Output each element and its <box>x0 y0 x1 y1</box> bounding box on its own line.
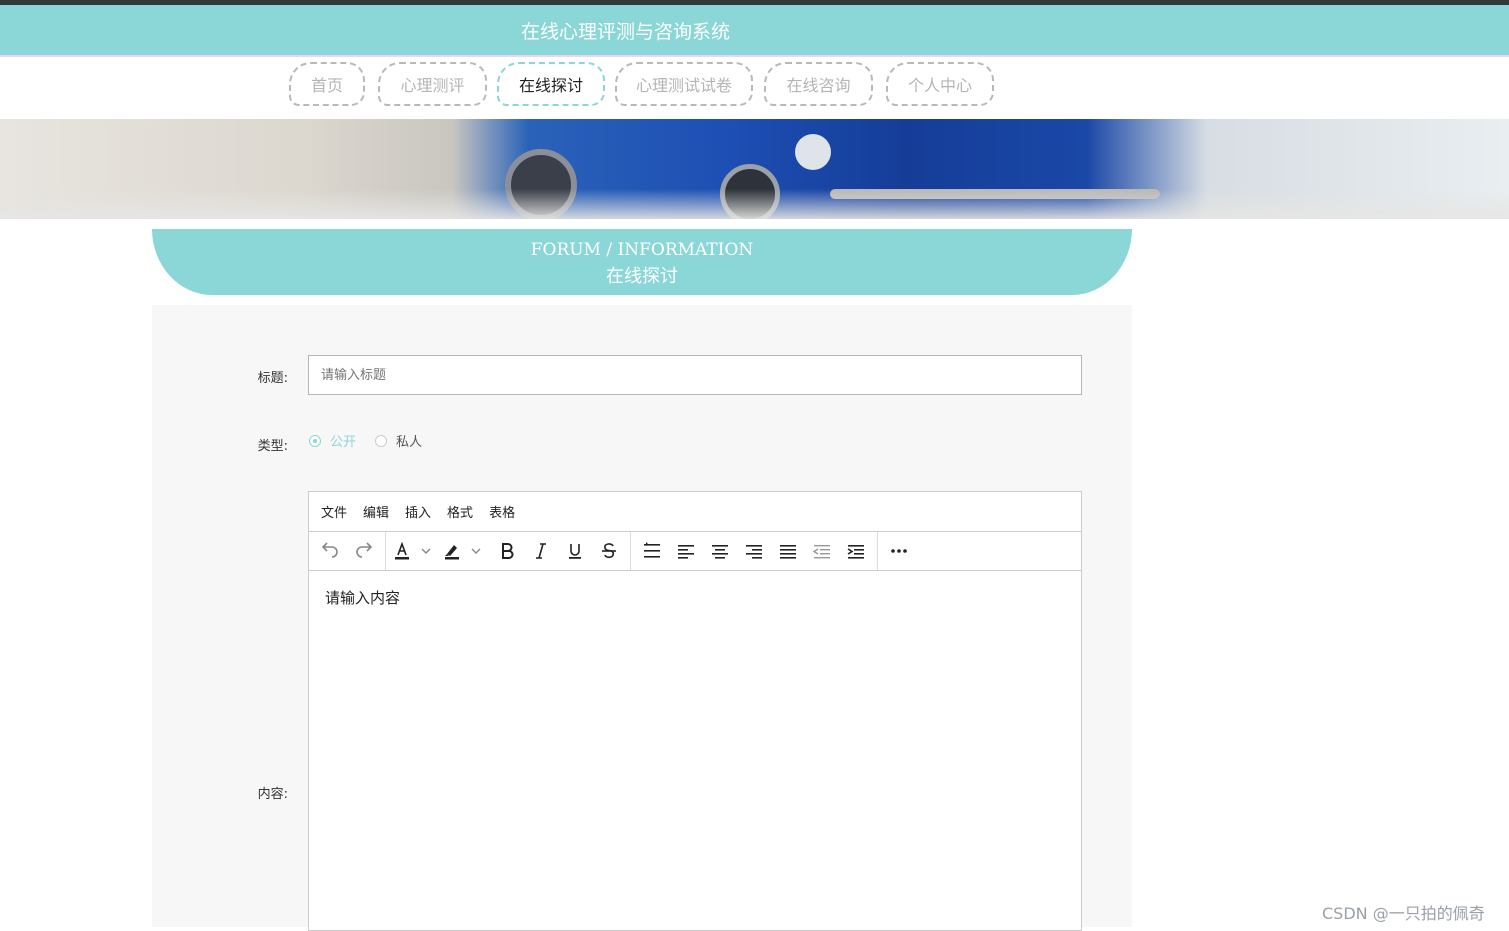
tab-home[interactable]: 首页 <box>289 62 365 106</box>
toolbar-group-format <box>386 532 631 570</box>
toolbar-group-more <box>878 532 920 570</box>
menu-table[interactable]: 表格 <box>489 502 515 521</box>
outdent-icon[interactable] <box>805 534 839 568</box>
rich-text-editor: 文件 编辑 插入 格式 表格 请输入内容 <box>308 491 1082 931</box>
tab-assessment[interactable]: 心理测评 <box>378 62 487 106</box>
menu-file[interactable]: 文件 <box>321 502 347 521</box>
align-justify-icon[interactable] <box>771 534 805 568</box>
section-title-en: FORUM / INFORMATION <box>530 240 754 260</box>
section-title-cn: 在线探讨 <box>606 266 678 287</box>
site-title: 在线心理评测与咨询系统 <box>521 21 731 43</box>
radio-private-dot <box>375 434 387 447</box>
header-divider <box>0 55 1509 57</box>
toolbar-group-history <box>309 532 386 570</box>
italic-icon[interactable] <box>524 534 558 568</box>
title-input[interactable] <box>308 355 1082 395</box>
watermark-text: CSDN @一只拍的佩奇 <box>1322 904 1485 923</box>
banner-road <box>0 189 1509 219</box>
text-color-icon[interactable] <box>390 534 440 568</box>
radio-public-dot <box>309 434 321 447</box>
banner-image <box>0 119 1509 219</box>
tab-consult[interactable]: 在线咨询 <box>764 62 873 106</box>
toolbar-group-paragraph <box>631 532 878 570</box>
editor-menubar: 文件 编辑 插入 格式 表格 <box>309 492 1081 532</box>
menu-format[interactable]: 格式 <box>447 502 473 521</box>
editor-toolbar <box>309 532 1081 571</box>
radio-private-label: 私人 <box>396 435 423 450</box>
main-nav: 首页 心理测评 在线探讨 心理测试试卷 在线咨询 个人中心 <box>0 60 1509 112</box>
section-header: FORUM / INFORMATION 在线探讨 <box>152 229 1132 295</box>
indent-icon[interactable] <box>839 534 873 568</box>
radio-private[interactable]: 私人 <box>375 431 422 450</box>
underline-icon[interactable] <box>558 534 592 568</box>
bold-icon[interactable] <box>490 534 524 568</box>
content-label: 内容: <box>257 787 288 802</box>
title-label: 标题: <box>257 371 288 386</box>
redo-icon[interactable] <box>347 534 381 568</box>
strikethrough-icon[interactable] <box>592 534 626 568</box>
tab-forum[interactable]: 在线探讨 <box>497 62 605 106</box>
align-left-icon[interactable] <box>669 534 703 568</box>
align-center-icon[interactable] <box>703 534 737 568</box>
header-bar: 在线心理评测与咨询系统 <box>0 5 1509 55</box>
editor-content-area[interactable]: 请输入内容 <box>309 571 1081 624</box>
line-height-icon[interactable] <box>635 534 669 568</box>
align-right-icon[interactable] <box>737 534 771 568</box>
menu-insert[interactable]: 插入 <box>405 502 431 521</box>
editor-placeholder: 请输入内容 <box>325 589 401 607</box>
tab-personal-center[interactable]: 个人中心 <box>886 62 994 106</box>
radio-public[interactable]: 公开 <box>309 431 356 450</box>
more-icon[interactable] <box>882 534 916 568</box>
undo-icon[interactable] <box>313 534 347 568</box>
banner-car-headlight <box>795 134 831 170</box>
highlight-icon[interactable] <box>440 534 490 568</box>
menu-edit[interactable]: 编辑 <box>363 502 389 521</box>
type-label: 类型: <box>257 439 288 454</box>
radio-public-label: 公开 <box>330 435 357 450</box>
tab-test-papers[interactable]: 心理测试试卷 <box>615 62 753 106</box>
